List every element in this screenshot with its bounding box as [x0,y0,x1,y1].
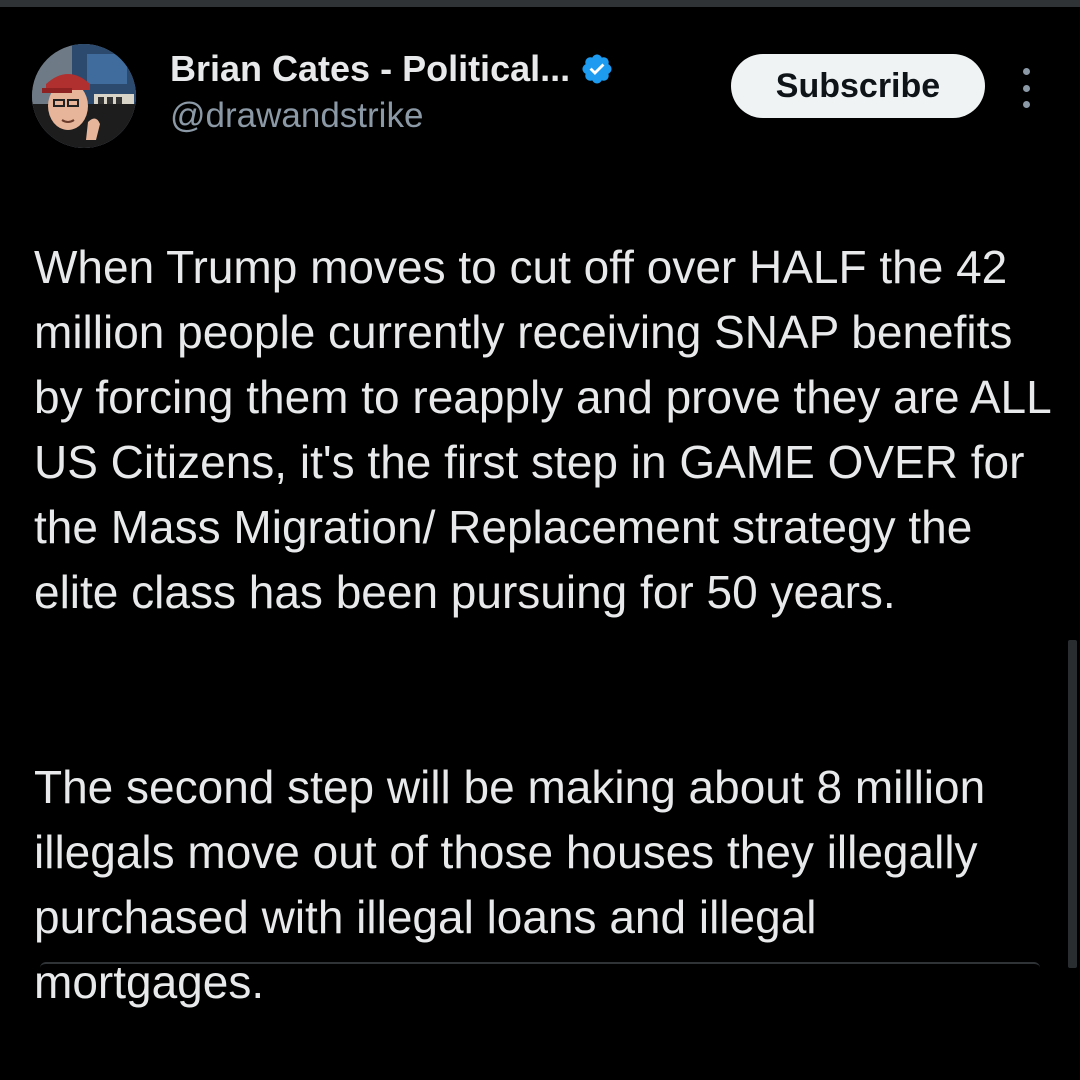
top-divider [0,0,1080,10]
next-card-edge [40,962,1040,968]
subscribe-button[interactable]: Subscribe [731,54,985,118]
verified-badge-icon[interactable] [580,52,614,86]
display-name-row: Brian Cates - Political... [170,46,614,92]
post-text: When Trump moves to cut off over HALF th… [34,170,1054,1080]
handle[interactable]: @drawandstrike [170,96,614,136]
more-dot [1022,84,1030,92]
display-name[interactable]: Brian Cates - Political... [170,48,570,90]
more-dot [1022,68,1030,75]
author-info[interactable]: Brian Cates - Political... @drawandstrik… [170,46,614,136]
scrollbar[interactable] [1068,640,1077,968]
post-paragraph: When Trump moves to cut off over HALF th… [34,241,1051,618]
post-paragraph: The second step will be making about 8 m… [34,761,986,1008]
post-header: Brian Cates - Political... @drawandstrik… [0,30,1080,160]
more-dot [1022,101,1030,108]
avatar[interactable] [32,44,136,148]
more-vertical-icon[interactable] [1008,68,1044,108]
